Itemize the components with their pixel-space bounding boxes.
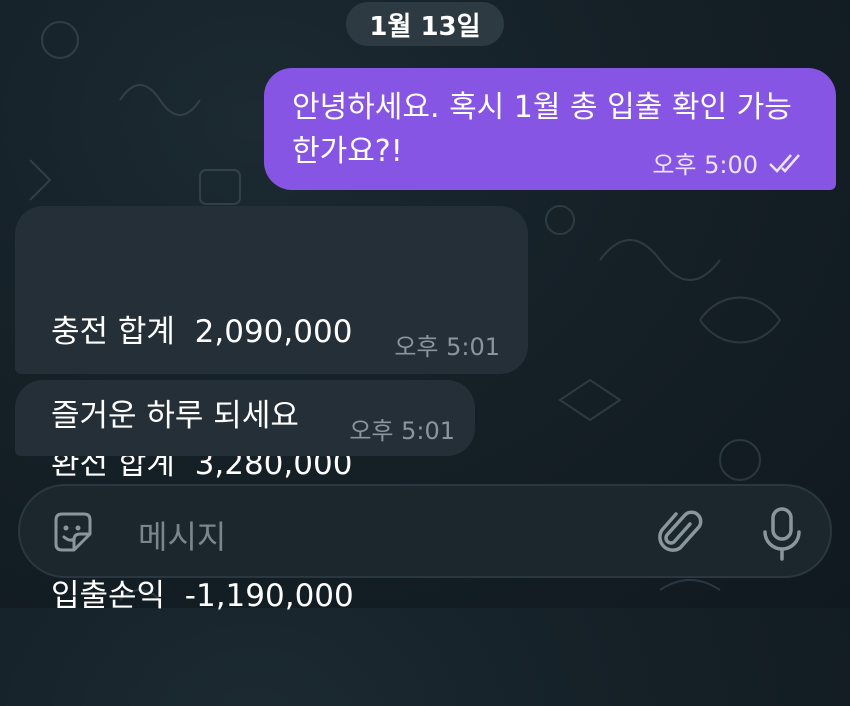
incoming-message-bubble[interactable]: 즐거운 하루 되세요 오후 5:01 xyxy=(15,380,475,456)
incoming-message-text: 즐거운 하루 되세요 xyxy=(51,398,299,434)
double-check-icon xyxy=(769,153,800,173)
sticker-icon[interactable] xyxy=(50,510,96,556)
outgoing-message-meta: 오후 5:00 xyxy=(652,145,808,180)
incoming-message-time: 오후 5:01 xyxy=(349,417,455,445)
microphone-icon[interactable] xyxy=(760,506,804,562)
outgoing-message-time: 오후 5:00 xyxy=(652,151,758,179)
outgoing-message-bubble[interactable]: 안녕하세요. 혹시 1월 총 입출 확인 가능한가요?! 오후 5:00 xyxy=(264,68,836,190)
incoming-message-text: 충전 합계 2,090,000 환전 합계 3,280,000 입출손익 -1,… xyxy=(51,222,354,706)
paperclip-icon[interactable] xyxy=(656,508,704,560)
message-composer: 메시지 xyxy=(18,484,832,578)
message-line-net-balance: 입출손익 -1,190,000 xyxy=(51,578,354,614)
incoming-message-bubble[interactable]: 충전 합계 2,090,000 환전 합계 3,280,000 입출손익 -1,… xyxy=(15,206,528,614)
message-line-deposit-total: 충전 합계 2,090,000 xyxy=(51,314,353,350)
incoming-message-time: 오후 5:01 xyxy=(394,333,500,361)
date-separator: 1월 13일 xyxy=(346,2,504,46)
message-input[interactable]: 메시지 xyxy=(138,512,226,558)
